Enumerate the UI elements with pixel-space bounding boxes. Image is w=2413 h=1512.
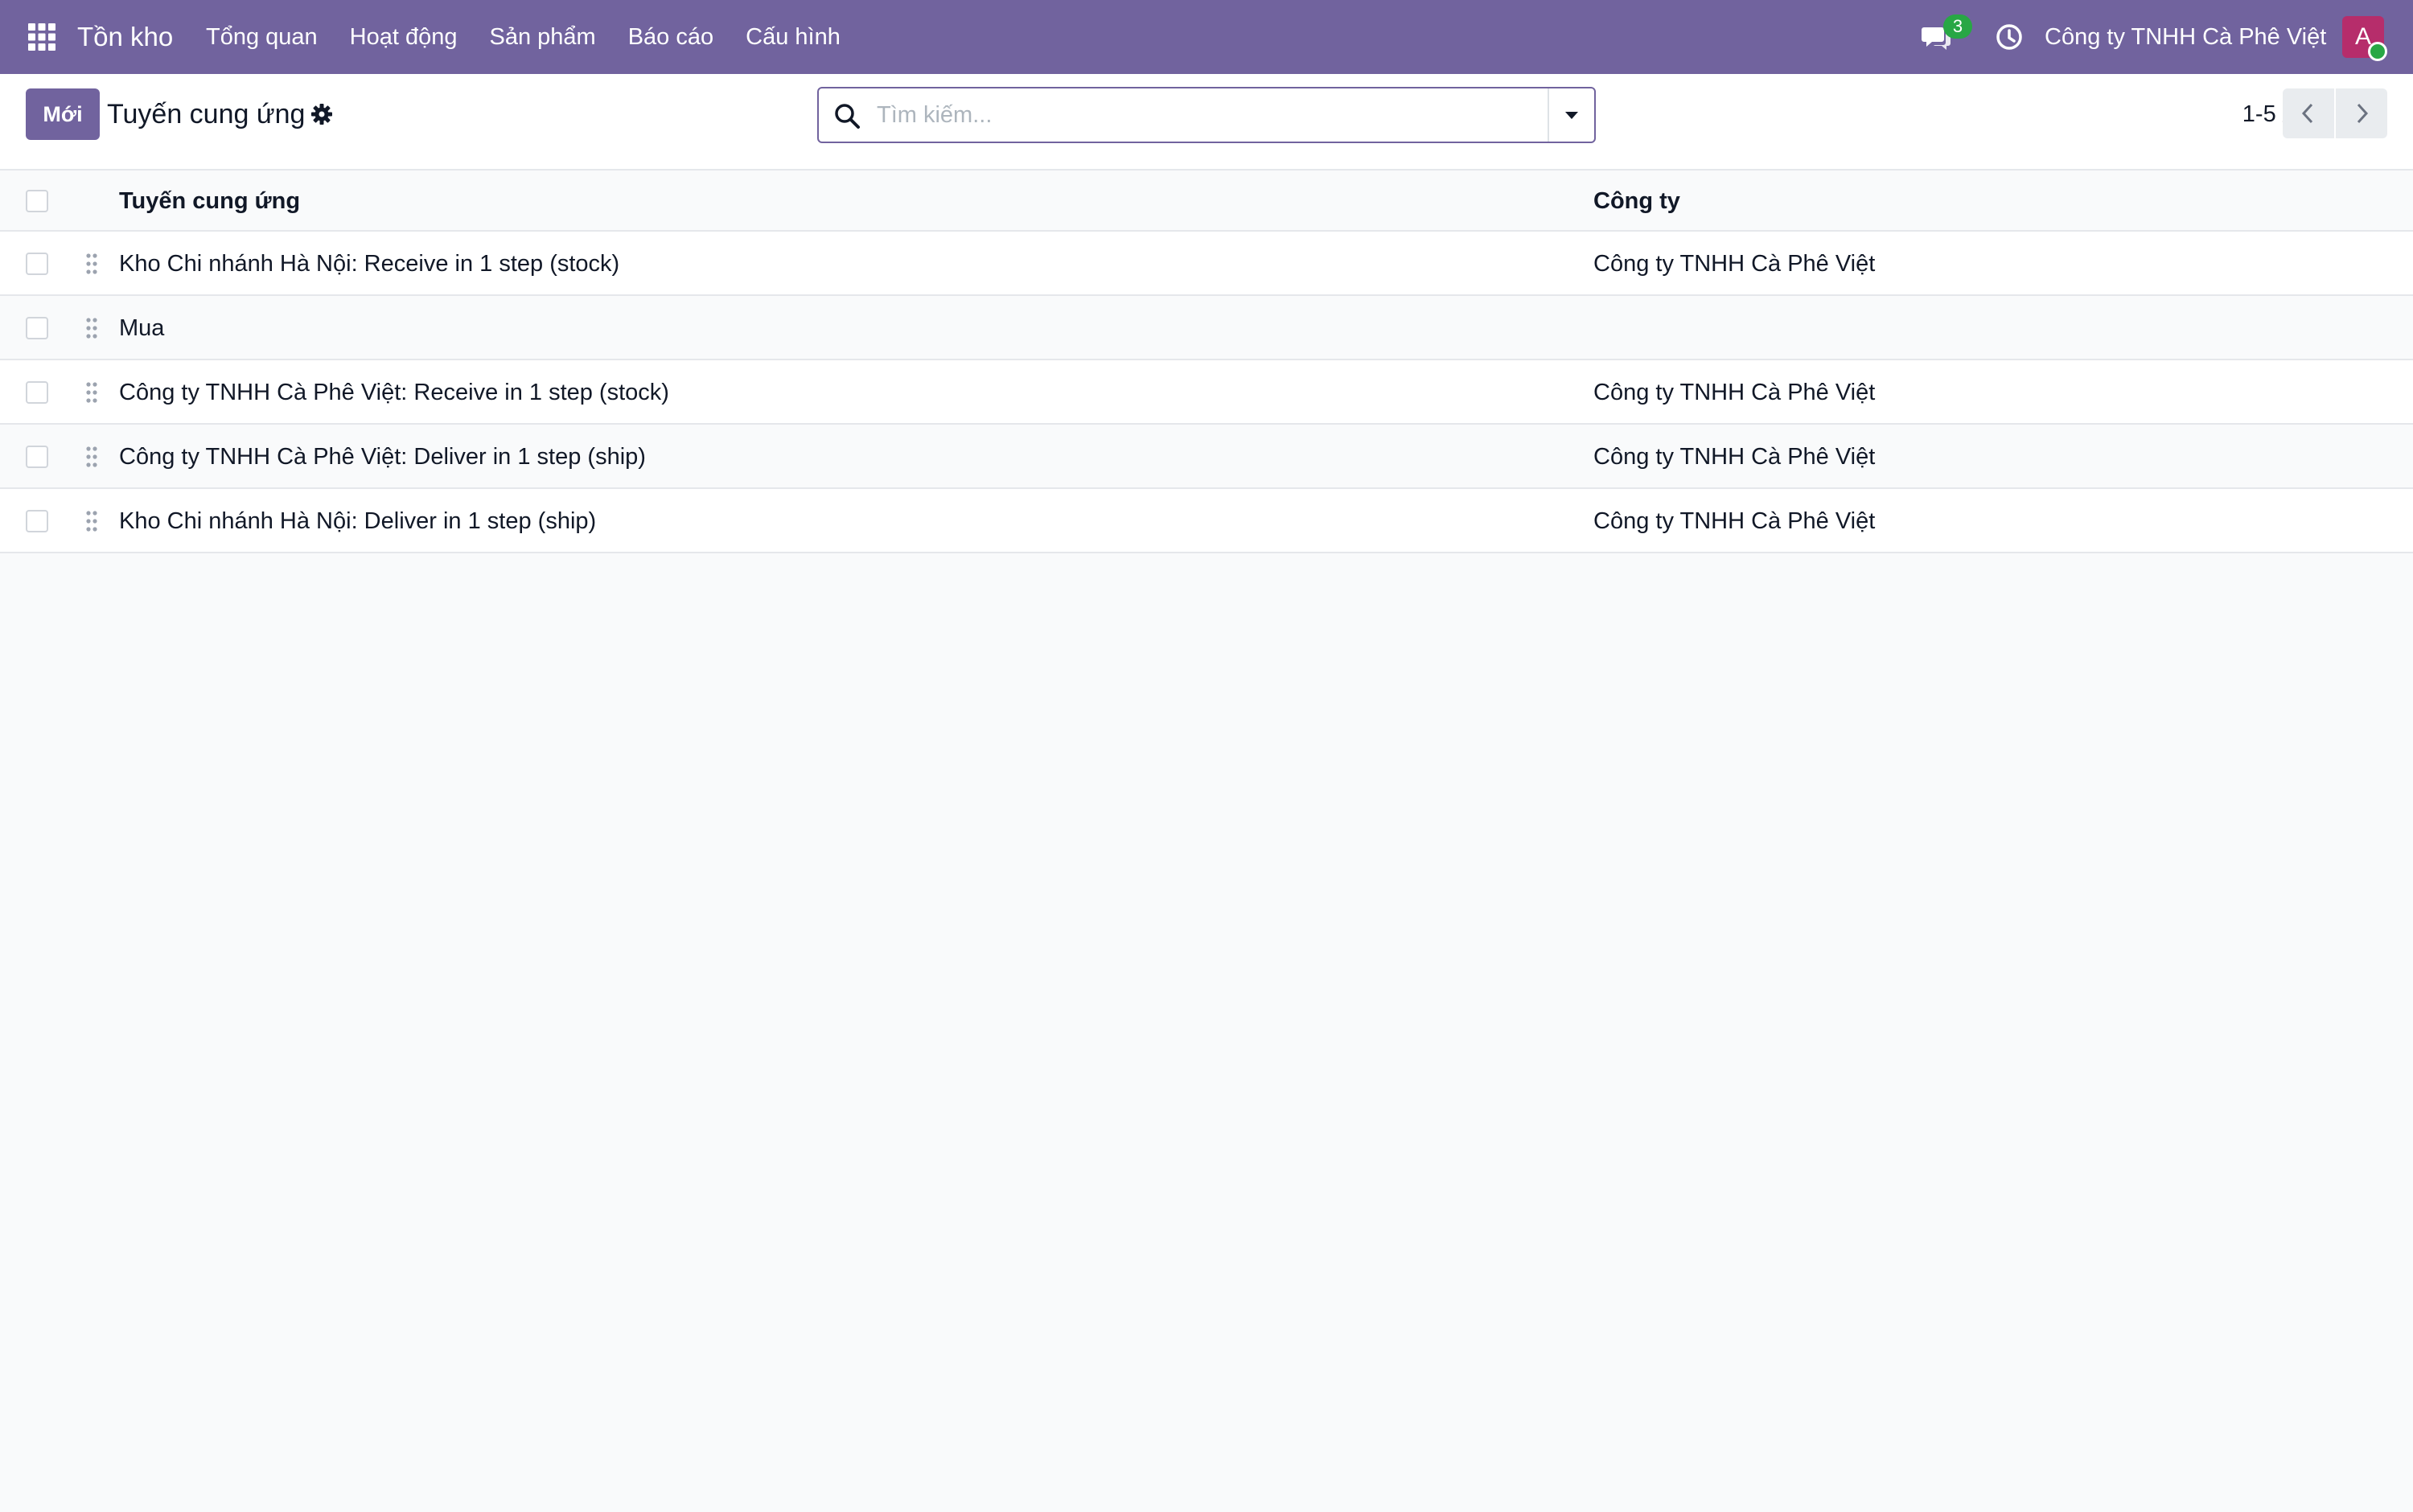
menu-item-overview[interactable]: Tổng quan [190,0,334,74]
column-header-company[interactable]: Công ty [1593,171,1680,232]
menu-item-reporting[interactable]: Báo cáo [612,0,730,74]
row-checkbox[interactable] [26,317,48,339]
app-title[interactable]: Tồn kho [77,0,173,74]
table-row[interactable]: Công ty TNHH Cà Phê Việt: Deliver in 1 s… [0,425,2413,489]
column-header-route[interactable]: Tuyến cung ứng [119,171,300,232]
clock-icon[interactable] [1995,23,2024,51]
route-name-cell: Công ty TNHH Cà Phê Việt: Receive in 1 s… [119,380,669,405]
row-checkbox[interactable] [26,510,48,532]
table-row[interactable]: Công ty TNHH Cà Phê Việt: Receive in 1 s… [0,360,2413,425]
list-header: Tuyến cung ứng Công ty [0,171,2413,232]
company-cell: Công ty TNHH Cà Phê Việt [1593,508,1876,534]
new-button[interactable]: Mới [26,88,100,140]
row-checkbox[interactable] [26,381,48,404]
pager-next-button[interactable] [2336,88,2387,138]
table-row[interactable]: Kho Chi nhánh Hà Nội: Receive in 1 step … [0,232,2413,296]
top-navbar: Tồn kho Tổng quan Hoạt động Sản phẩm Báo… [0,0,2413,74]
online-status-dot [2368,42,2387,61]
gear-icon[interactable] [310,103,333,125]
message-count-badge: 3 [1943,14,1972,39]
search-input[interactable] [875,92,1543,138]
select-all-checkbox[interactable] [26,190,48,212]
menu-item-operations[interactable]: Hoạt động [334,0,474,74]
company-switcher[interactable]: Công ty TNHH Cà Phê Việt [2045,0,2326,74]
row-checkbox[interactable] [26,253,48,275]
drag-handle-icon[interactable] [84,508,100,534]
table-row[interactable]: Kho Chi nhánh Hà Nội: Deliver in 1 step … [0,489,2413,553]
company-cell: Công ty TNHH Cà Phê Việt [1593,444,1876,470]
table-row[interactable]: Mua [0,296,2413,360]
route-name-cell: Công ty TNHH Cà Phê Việt: Deliver in 1 s… [119,444,646,470]
search-bar [817,87,1596,143]
route-name-cell: Kho Chi nhánh Hà Nội: Receive in 1 step … [119,251,620,277]
caret-down-icon [1565,112,1578,119]
route-name-cell: Mua [119,315,165,341]
routes-list: Tuyến cung ứng Công ty Kho Chi nhánh Hà … [0,171,2413,553]
control-panel: Mới Tuyến cung ứng 1-5 / 5 [0,74,2413,171]
menu-item-configuration[interactable]: Cấu hình [730,0,857,74]
drag-handle-icon[interactable] [84,444,100,470]
route-name-cell: Kho Chi nhánh Hà Nội: Deliver in 1 step … [119,508,597,534]
page-title: Tuyến cung ứng [107,99,306,129]
chevron-left-icon [2301,103,2313,124]
pager-previous-button[interactable] [2283,88,2334,138]
chevron-right-icon [2357,103,2369,124]
drag-handle-icon[interactable] [84,380,100,405]
apps-grid-icon[interactable] [27,23,56,51]
menu-item-products[interactable]: Sản phẩm [474,0,612,74]
search-icon [835,104,860,129]
company-cell: Công ty TNHH Cà Phê Việt [1593,380,1876,405]
company-cell: Công ty TNHH Cà Phê Việt [1593,251,1876,277]
search-options-toggle[interactable] [1549,88,1594,142]
drag-handle-icon[interactable] [84,251,100,277]
main-menu: Tổng quan Hoạt động Sản phẩm Báo cáo Cấu… [190,0,857,74]
row-checkbox[interactable] [26,446,48,468]
drag-handle-icon[interactable] [84,315,100,341]
